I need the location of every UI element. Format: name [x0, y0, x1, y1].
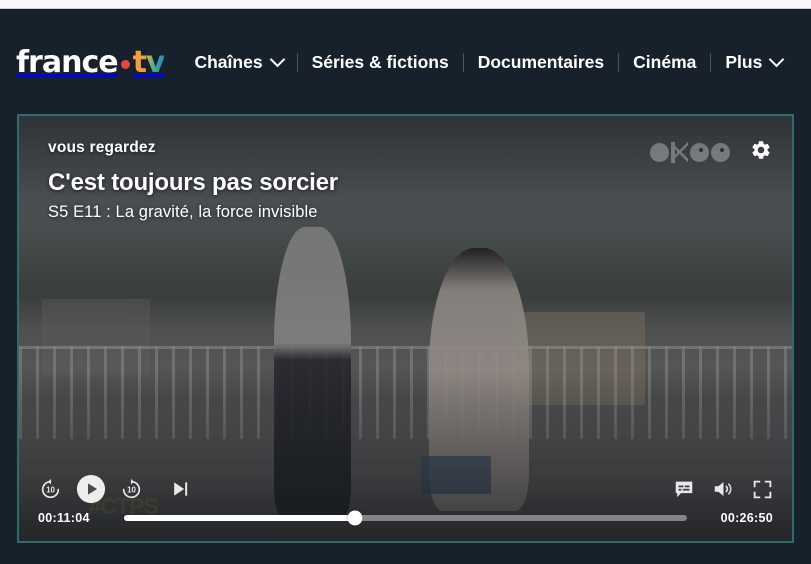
fullscreen-icon [753, 480, 771, 498]
main-navigation: Chaînes Séries & fictions Documentaires … [194, 51, 796, 73]
current-time: 00:11:04 [38, 511, 90, 525]
play-icon [76, 474, 106, 504]
next-episode-button[interactable] [168, 478, 192, 500]
francetv-logo[interactable]: france t v [16, 44, 166, 80]
okoo-letter-o-icon [711, 143, 730, 162]
nav-label: Documentaires [477, 51, 605, 72]
play-button[interactable] [76, 474, 106, 504]
player-controls: 10 10 00:11:04 00:26:50 [19, 467, 792, 541]
okoo-letter-o-icon [650, 143, 669, 162]
svg-text:10: 10 [127, 485, 136, 494]
nav-label: Chaînes [194, 51, 263, 72]
duration-time: 00:26:50 [720, 511, 773, 525]
nav-label: Plus [725, 51, 763, 72]
okoo-letter-o-icon [690, 143, 709, 162]
chevron-down-icon [769, 51, 785, 67]
subtitles-button[interactable] [673, 478, 695, 500]
player-title-block: vous regardez C'est toujours pas sorcier… [48, 139, 338, 222]
page-root: france t v Chaînes Séries & fictions Doc… [0, 10, 811, 564]
settings-button[interactable] [750, 139, 772, 161]
player-right-buttons [673, 478, 773, 500]
red-dot-icon [120, 59, 130, 69]
rewind-10-icon: 10 [41, 478, 60, 498]
logo-wordmark: france [16, 44, 119, 80]
forward-10-icon: 10 [122, 478, 141, 498]
svg-text:10: 10 [46, 485, 55, 494]
volume-icon [714, 482, 732, 496]
watching-kicker: vous regardez [48, 139, 156, 156]
progress-row: 00:11:04 00:26:50 [38, 510, 773, 526]
player-left-buttons: 10 10 [38, 474, 192, 504]
seek-bar-fill [124, 515, 355, 521]
gear-icon [752, 141, 770, 159]
okoo-letter-k-icon [671, 142, 688, 163]
nav-item-cinema[interactable]: Cinéma [619, 52, 710, 73]
nav-item-series-fictions[interactable]: Séries & fictions [298, 52, 463, 73]
show-title: C'est toujours pas sorcier [48, 169, 338, 196]
fullscreen-button[interactable] [751, 478, 773, 500]
player-button-row: 10 10 [38, 467, 773, 511]
nav-item-plus[interactable]: Plus [711, 51, 796, 73]
episode-subtitle: S5 E11 : La gravité, la force invisible [48, 203, 318, 221]
seek-bar-handle[interactable] [347, 510, 363, 526]
rewind-10-button[interactable]: 10 [38, 477, 63, 502]
okoo-watermark [650, 142, 730, 163]
nav-item-documentaires[interactable]: Documentaires [464, 52, 618, 73]
nav-item-chaines[interactable]: Chaînes [194, 51, 296, 73]
skip-next-icon [174, 482, 188, 496]
site-header: france t v Chaînes Séries & fictions Doc… [0, 10, 811, 114]
browser-bookmarks-bar[interactable] [0, 0, 811, 9]
forward-10-button[interactable]: 10 [119, 477, 144, 502]
logo-letter-v: v [145, 44, 166, 80]
logo-letter-t: t [132, 44, 147, 80]
seek-bar[interactable] [124, 510, 687, 526]
closed-captions-icon [675, 481, 693, 498]
chevron-down-icon [269, 51, 285, 67]
video-player[interactable]: #CTPS vous regardez C'est toujours pas s… [17, 114, 794, 543]
volume-button[interactable] [712, 478, 734, 500]
nav-label: Cinéma [633, 51, 697, 72]
nav-label: Séries & fictions [311, 51, 449, 72]
